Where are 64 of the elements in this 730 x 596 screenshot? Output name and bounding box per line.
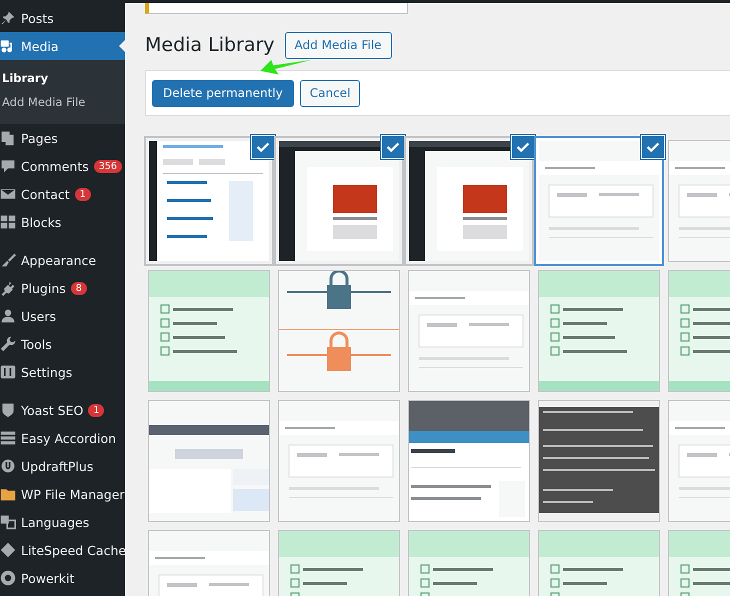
shield-icon (0, 402, 16, 418)
checkmark-icon[interactable] (381, 135, 405, 159)
horseshoe-icon (0, 458, 16, 474)
menu-label: UpdraftPlus (21, 458, 94, 474)
speech-bubble-icon (0, 158, 16, 174)
menu-label: Tools (21, 336, 52, 352)
menu-item[interactable]: Posts (0, 4, 125, 32)
grid-icon (0, 214, 16, 230)
wrench-icon (0, 336, 16, 352)
menu-label: LiteSpeed Cache (21, 542, 126, 558)
menu-label: Contact (21, 186, 70, 202)
diamond-icon (0, 542, 16, 558)
cancel-button[interactable]: Cancel (300, 80, 360, 106)
menu-item[interactable]: Media (0, 32, 125, 60)
menu-item[interactable]: Appearance (0, 246, 125, 274)
menu-label: Users (21, 308, 56, 324)
menu-item[interactable]: Settings (0, 358, 125, 386)
checkmark-icon[interactable] (511, 135, 535, 159)
checkmark-icon[interactable] (641, 135, 665, 159)
page-title: Media Library (145, 34, 275, 56)
plug-icon (0, 280, 16, 296)
user-icon (0, 308, 16, 324)
delete-button[interactable]: Delete permanently (152, 80, 294, 106)
menu-item[interactable]: Plugins 8 (0, 274, 125, 302)
menu-label: Posts (21, 10, 54, 26)
menu-label: Languages (21, 514, 90, 530)
submenu-item[interactable]: Library (0, 66, 125, 90)
menu-item[interactable]: WP File Manager (0, 480, 125, 508)
bars-icon (0, 430, 16, 446)
menu-item[interactable]: LiteSpeed Cache (0, 536, 125, 564)
menu-item[interactable]: Users (0, 302, 125, 330)
menu-item[interactable]: Powerkit (0, 564, 125, 592)
menu-item[interactable]: Blocks (0, 208, 125, 236)
menu-label: WP File Manager (21, 486, 125, 502)
menu-item[interactable]: Comments 356 (0, 152, 125, 180)
folder-icon (0, 486, 16, 502)
count-badge: 1 (88, 404, 104, 416)
menu-label: Comments (21, 158, 89, 174)
menu-label: Easy Accordion (21, 430, 116, 446)
menu-label: Powerkit (21, 570, 74, 586)
count-badge: 1 (74, 188, 91, 200)
count-badge: 356 (94, 160, 122, 172)
menu-label: Media (21, 38, 59, 54)
pages-icon (0, 130, 16, 146)
brush-icon (0, 252, 16, 268)
menu-item[interactable]: Contact 1 (0, 180, 125, 208)
menu-item[interactable]: Languages (0, 508, 125, 536)
menu-label: Pages (21, 130, 58, 146)
menu-label: Appearance (21, 252, 96, 268)
menu-label: Blocks (21, 214, 62, 230)
menu-item[interactable]: Pages (0, 124, 125, 152)
pin-icon (0, 10, 16, 26)
envelope-icon (0, 186, 16, 202)
menu-item[interactable]: Tools (0, 330, 125, 358)
menu-item[interactable]: UpdraftPlus (0, 452, 125, 480)
checkmark-icon[interactable] (251, 135, 275, 159)
submenu-item[interactable]: Add Media File (0, 90, 125, 114)
menu-label: Plugins (21, 280, 66, 296)
count-badge: 8 (70, 282, 87, 294)
add-media-button[interactable]: Add Media File (284, 32, 392, 58)
menu-item[interactable]: Yoast SEO 1 (0, 396, 125, 424)
menu-label: Yoast SEO (21, 402, 84, 418)
menu-item[interactable]: Easy Accordion (0, 424, 125, 452)
menu-label: Settings (21, 364, 72, 380)
